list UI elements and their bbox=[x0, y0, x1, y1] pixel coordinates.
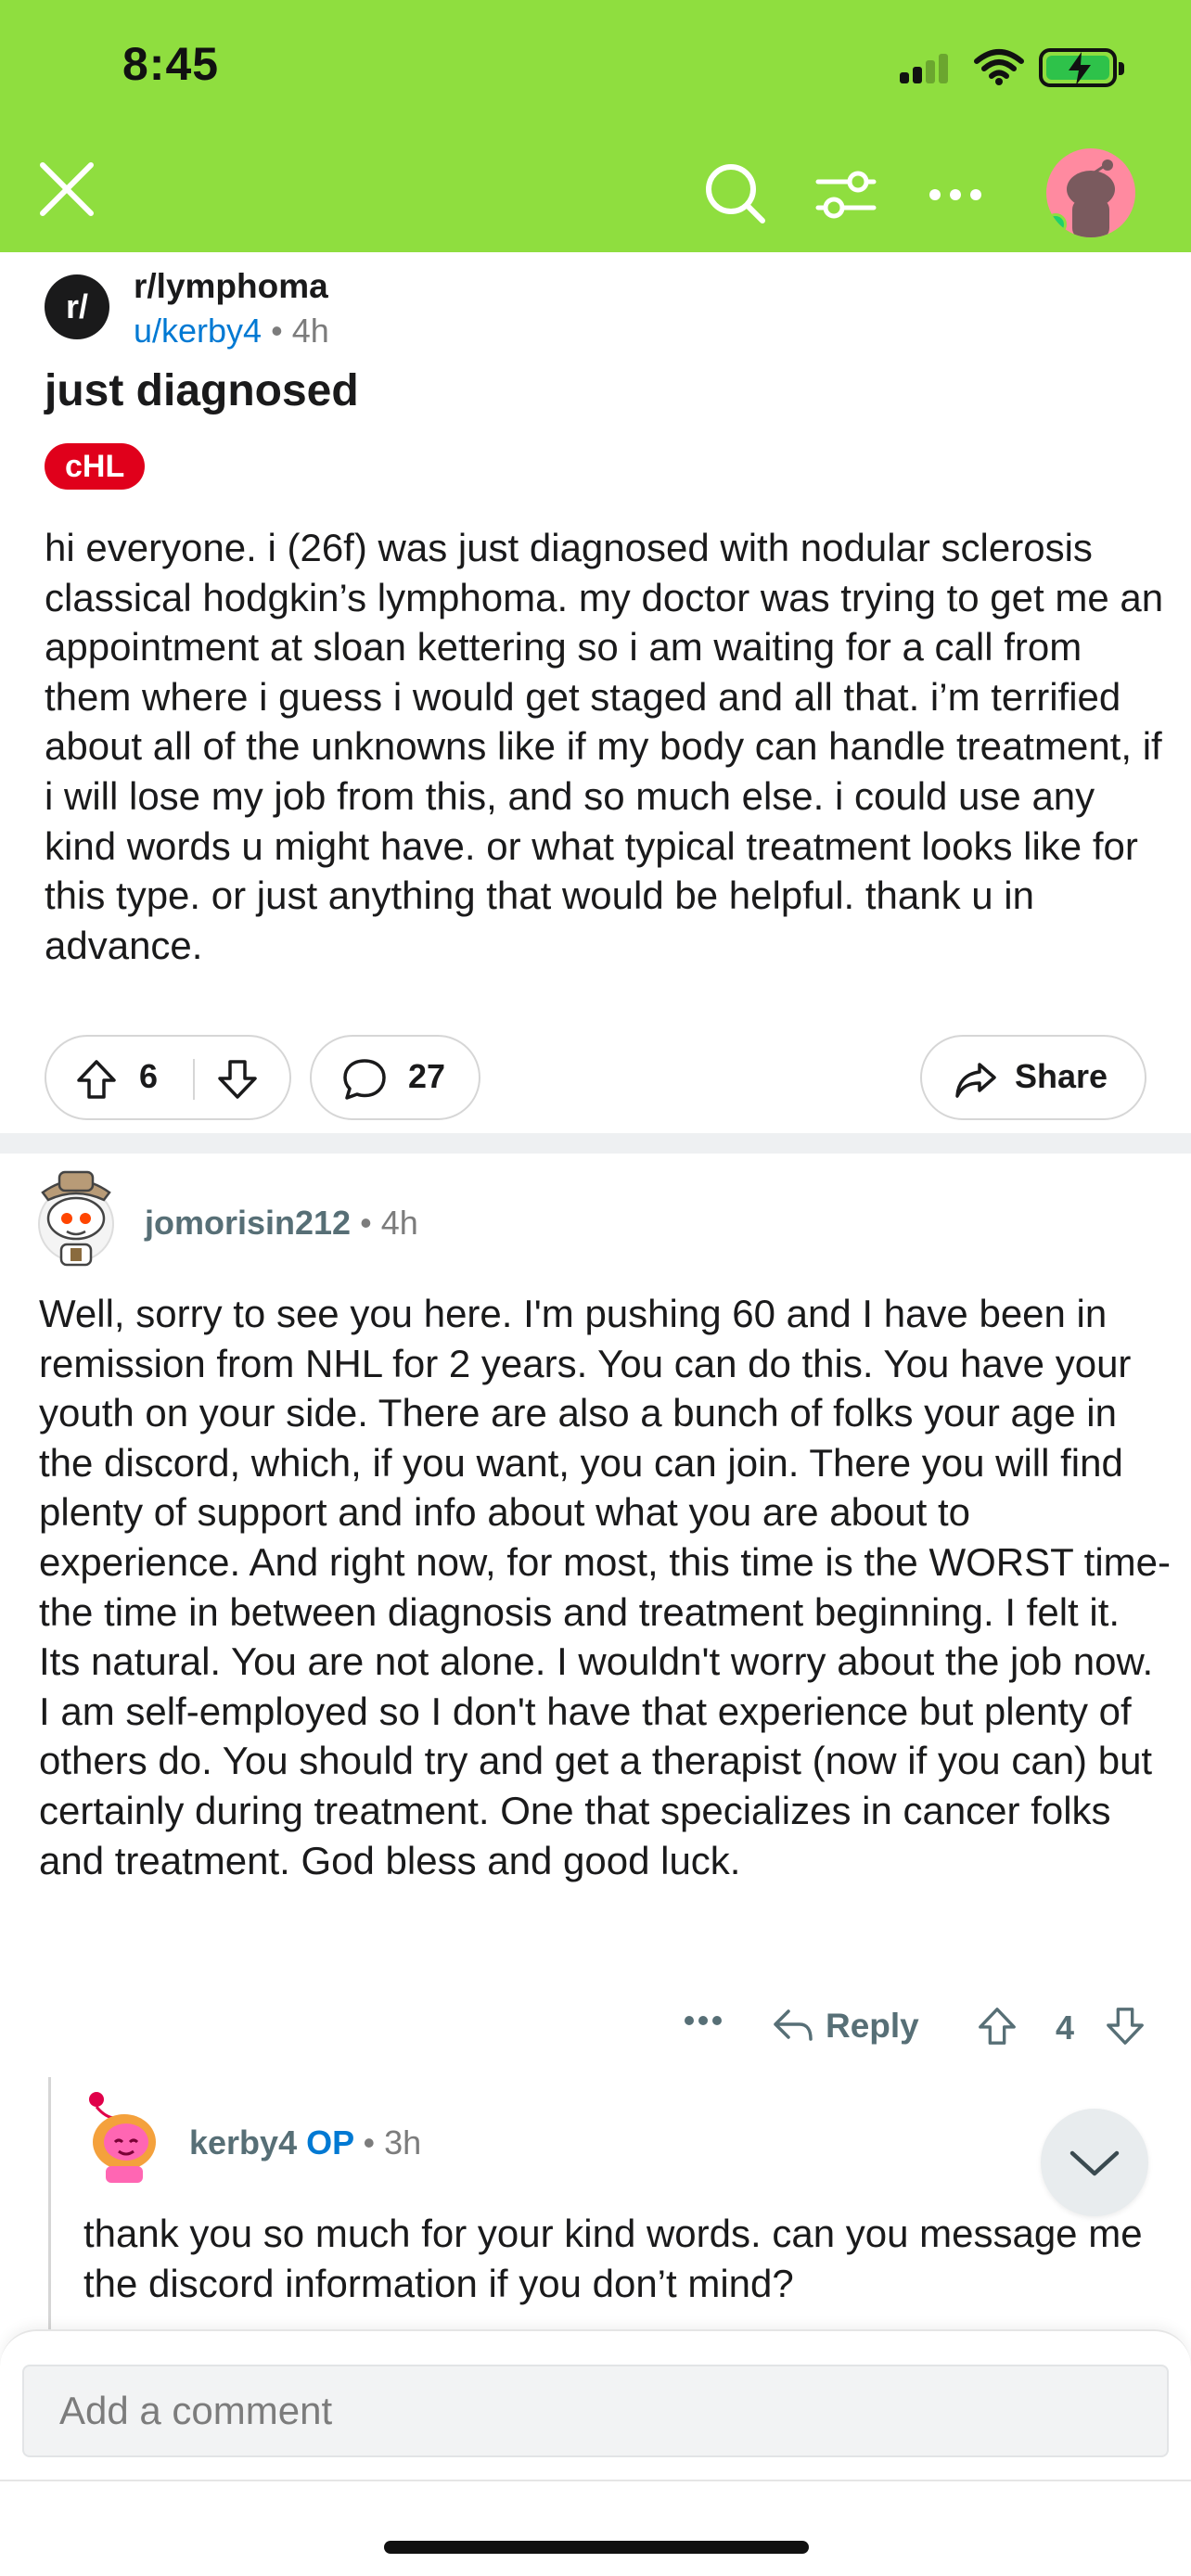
vote-divider bbox=[193, 1059, 195, 1100]
comment-icon bbox=[343, 1059, 386, 1100]
share-button[interactable]: Share bbox=[920, 1035, 1146, 1120]
online-status-dot bbox=[1046, 213, 1067, 236]
cellular-signal-icon bbox=[900, 54, 955, 83]
comment-count: 27 bbox=[408, 1057, 446, 1095]
comment-author[interactable]: jomorisin212 bbox=[145, 1204, 351, 1242]
more-options-button[interactable] bbox=[918, 158, 992, 232]
post-flair[interactable]: cHL bbox=[45, 443, 146, 490]
reply-button[interactable]: Reply bbox=[772, 2007, 919, 2046]
subreddit-icon[interactable]: r/ bbox=[45, 274, 109, 339]
downvote-icon[interactable] bbox=[1104, 2005, 1146, 2047]
comment-actions: Reply 4 bbox=[0, 1994, 1191, 2059]
comment-age: 4h bbox=[380, 1204, 418, 1242]
meta-separator: • bbox=[363, 2123, 376, 2162]
close-icon bbox=[40, 162, 94, 216]
battery-icon bbox=[1039, 48, 1124, 87]
reply-age: 3h bbox=[384, 2123, 422, 2162]
chevron-down-icon bbox=[1069, 2150, 1120, 2176]
post-score: 6 bbox=[139, 1057, 159, 1095]
search-icon bbox=[706, 164, 765, 223]
vote-pill: 6 bbox=[45, 1035, 291, 1120]
post-title: just diagnosed bbox=[45, 366, 359, 415]
commenter-avatar[interactable] bbox=[30, 1159, 122, 1269]
comment-score: 4 bbox=[1056, 2009, 1075, 2047]
op-avatar[interactable] bbox=[78, 2090, 167, 2187]
share-icon bbox=[955, 1063, 996, 1098]
top-bar: 8:45 bbox=[0, 0, 1191, 252]
meta-separator: • bbox=[360, 1204, 372, 1242]
post-meta: u/kerby4 • 4h bbox=[134, 312, 329, 351]
upvote-icon[interactable] bbox=[74, 1057, 119, 1102]
sort-filter-button[interactable] bbox=[809, 158, 883, 232]
post-body: hi everyone. i (26f) was just diagnosed … bbox=[45, 526, 1164, 967]
thread-line[interactable] bbox=[48, 2077, 51, 2337]
comment-author-line: jomorisin212 • 4h bbox=[145, 1204, 418, 1243]
user-avatar[interactable] bbox=[1046, 148, 1135, 237]
comments-button[interactable]: 27 bbox=[310, 1035, 480, 1120]
comment-composer-bar: Add a comment bbox=[0, 2329, 1191, 2576]
wifi-icon bbox=[974, 49, 1024, 85]
reply-author[interactable]: kerby4 bbox=[189, 2123, 297, 2162]
subreddit-name[interactable]: r/lymphoma bbox=[134, 267, 328, 306]
reply-label: Reply bbox=[826, 2007, 919, 2045]
share-label: Share bbox=[1015, 1057, 1108, 1095]
add-comment-input[interactable]: Add a comment bbox=[22, 2365, 1169, 2457]
upvote-icon[interactable] bbox=[976, 2005, 1018, 2047]
reply-author-line: kerby4 OP • 3h bbox=[189, 2123, 421, 2162]
downvote-icon[interactable] bbox=[215, 1057, 260, 1102]
op-badge: OP bbox=[306, 2123, 354, 2162]
status-time: 8:45 bbox=[122, 38, 220, 90]
post-author[interactable]: u/kerby4 bbox=[134, 312, 262, 350]
filter-icon bbox=[815, 171, 877, 219]
post-age: 4h bbox=[291, 312, 329, 350]
reply-body: thank you so much for your kind words. c… bbox=[83, 2212, 1143, 2305]
section-divider bbox=[0, 1133, 1191, 1154]
more-icon bbox=[929, 189, 981, 200]
next-comment-button[interactable] bbox=[1041, 2109, 1148, 2216]
search-button[interactable] bbox=[698, 156, 772, 230]
meta-separator: • bbox=[271, 312, 283, 350]
home-indicator[interactable] bbox=[384, 2541, 809, 2554]
composer-divider bbox=[0, 2480, 1191, 2481]
more-icon[interactable] bbox=[683, 2014, 724, 2027]
comment-body: Well, sorry to see you here. I'm pushing… bbox=[39, 1292, 1172, 1882]
close-button[interactable] bbox=[33, 156, 100, 223]
reply-icon bbox=[774, 2009, 813, 2041]
